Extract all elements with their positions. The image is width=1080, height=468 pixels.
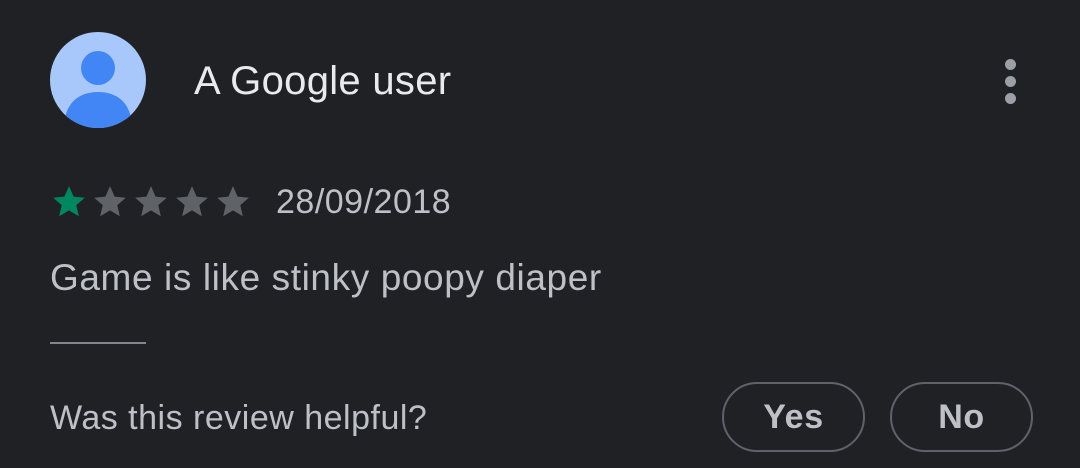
star-empty-icon xyxy=(94,186,126,217)
star-rating xyxy=(50,183,252,221)
more-vert-icon xyxy=(1004,58,1016,70)
divider xyxy=(50,342,146,344)
star-empty-icon xyxy=(135,186,167,217)
helpful-no-button[interactable]: No xyxy=(890,382,1033,452)
star-empty-icon xyxy=(176,186,208,217)
more-vert-icon-dot xyxy=(1004,75,1016,87)
helpful-yes-button[interactable]: Yes xyxy=(722,382,865,452)
star-filled-icon xyxy=(53,186,85,217)
review-card: A Google user 28/09/2018 Game is like st… xyxy=(0,0,1080,468)
more-vert-icon-dot xyxy=(1004,92,1016,104)
author-name: A Google user xyxy=(194,59,452,103)
person-icon xyxy=(64,51,132,128)
avatar xyxy=(50,32,146,128)
star-empty-icon xyxy=(217,186,249,217)
review-text: Game is like stinky poopy diaper xyxy=(50,257,602,298)
more-options-button[interactable] xyxy=(990,54,1030,108)
rating-row: 28/09/2018 xyxy=(50,180,451,224)
helpful-question: Was this review helpful? xyxy=(50,399,428,437)
review-date: 28/09/2018 xyxy=(276,182,452,221)
